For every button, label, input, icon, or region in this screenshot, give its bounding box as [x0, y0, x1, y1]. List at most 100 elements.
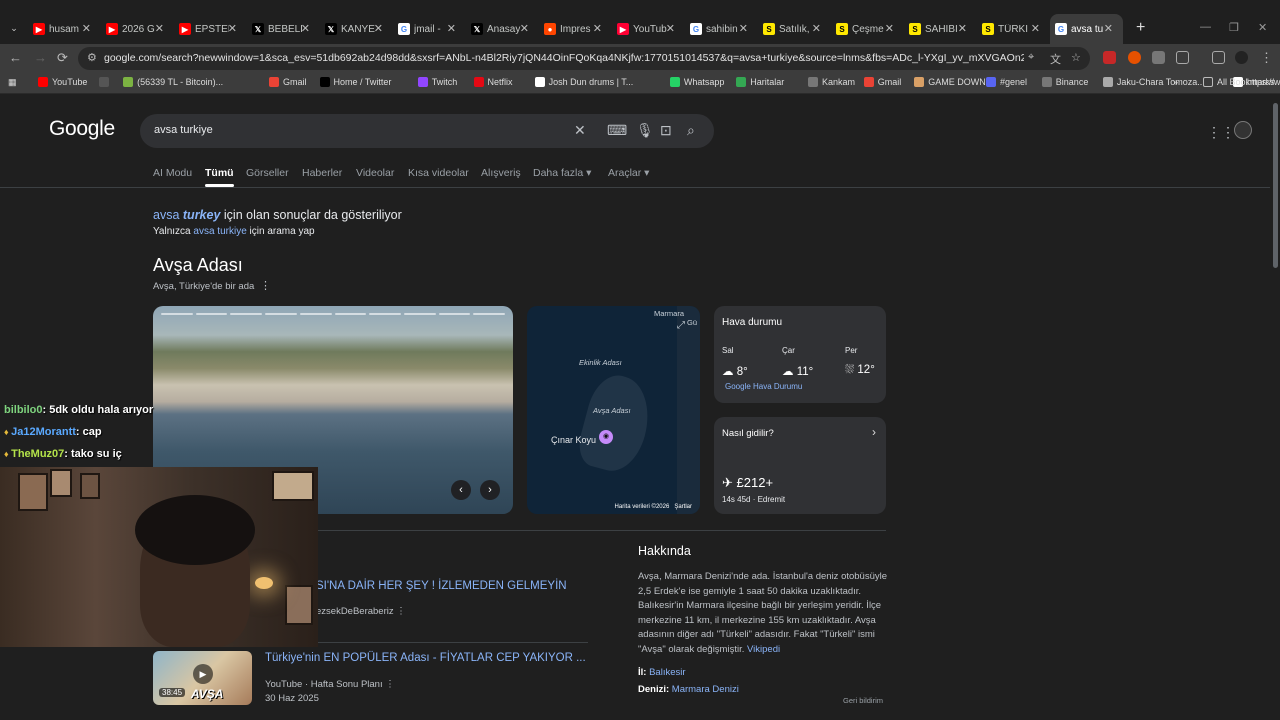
map-terms[interactable]: Şartlar: [674, 504, 692, 510]
bookmark-item[interactable]: (56339 TL - Bitcoin)...: [123, 77, 223, 87]
address-bar[interactable]: ⚙ google.com/search?newwindow=1&sca_esv=…: [78, 47, 1090, 70]
bookmark-item[interactable]: Kankam: [808, 77, 855, 87]
browser-tab[interactable]: ▶ YouTub ✕: [612, 14, 685, 44]
browser-tab[interactable]: 𝕏 KANYE ✕: [320, 14, 393, 44]
expand-map-icon[interactable]: ⤢: [677, 320, 685, 331]
maximize-icon[interactable]: ❐: [1229, 21, 1239, 34]
close-tab-icon[interactable]: ✕: [228, 22, 237, 35]
browser-tab[interactable]: 𝕏 Anasay ✕: [466, 14, 539, 44]
google-logo[interactable]: Google: [49, 117, 115, 141]
search-box[interactable]: avsa turkiye ✕ ⌨ 🎙 ⊡ ⌕: [140, 114, 714, 148]
account-avatar[interactable]: [1234, 121, 1252, 139]
browser-tab[interactable]: ▶ 2026 G ✕: [101, 14, 174, 44]
close-tab-icon[interactable]: ✕: [1104, 22, 1113, 35]
tab-videos[interactable]: Videolar: [356, 167, 394, 179]
close-tab-icon[interactable]: ✕: [520, 22, 529, 35]
browser-tab[interactable]: Gavsa tu ✕: [1050, 14, 1123, 44]
all-bookmarks[interactable]: All Bookmarks: [1203, 77, 1275, 87]
island-map[interactable]: Ekinlik Adası Avşa Adası Marmara Gü ⤢ ◉ …: [527, 306, 700, 514]
search-icon[interactable]: ⌕: [687, 122, 695, 139]
reload-button[interactable]: ⟳: [57, 50, 68, 66]
video-result-title[interactable]: SI'NA DAİR HER ŞEY ! İZLEMEDEN GELMEYİN: [316, 580, 567, 592]
weather-card[interactable]: Hava durumu Sal Çar Per ☁ 8° ☁ 11° ⛆ 12°…: [714, 306, 886, 403]
tab-short-videos[interactable]: Kısa videolar: [408, 167, 469, 179]
bookmark-item[interactable]: Haritalar: [736, 77, 784, 87]
map-label-cinar[interactable]: Çınar Koyu: [551, 435, 596, 445]
tab-all[interactable]: Tümü: [205, 167, 234, 187]
browser-tab[interactable]: Gsahibin ✕: [685, 14, 758, 44]
feedback-link[interactable]: Geri bildirim: [843, 696, 883, 705]
weather-link[interactable]: Google Hava Durumu: [725, 382, 802, 391]
tab-more[interactable]: Daha fazla ▾: [533, 167, 591, 179]
bookmark-item[interactable]: #genel: [986, 77, 1027, 87]
browser-menu-icon[interactable]: ⋮: [1260, 50, 1273, 66]
minimize-icon[interactable]: —: [1200, 21, 1211, 33]
new-tab-button[interactable]: +: [1136, 19, 1145, 37]
bookmark-item[interactable]: YouTube: [38, 77, 87, 87]
bookmark-item[interactable]: [99, 77, 113, 87]
bookmark-item[interactable]: Josh Dun drums | T...: [534, 77, 633, 87]
tab-shopping[interactable]: Alışveriş: [481, 167, 521, 179]
more-options-icon[interactable]: ⋮: [396, 606, 406, 617]
profile-avatar[interactable]: [1235, 51, 1248, 64]
video-thumbnail[interactable]: ▶ 38:45 AVŞA: [153, 651, 252, 705]
browser-tab[interactable]: ● Impres ✕: [539, 14, 612, 44]
close-tab-icon[interactable]: ✕: [885, 22, 894, 35]
browser-tab[interactable]: S Çeşme ✕: [831, 14, 904, 44]
mic-icon[interactable]: 🎙: [636, 122, 654, 139]
browser-tab[interactable]: S Satılık, ✕: [758, 14, 831, 44]
browser-tab[interactable]: S TÜRKİ ✕: [977, 14, 1050, 44]
wikipedia-link[interactable]: Vikipedi: [747, 644, 780, 655]
bookmark-item[interactable]: GAME DOWN: [914, 77, 986, 87]
keyboard-icon[interactable]: ⌨: [607, 122, 627, 139]
extension-icon[interactable]: [1103, 51, 1116, 64]
scrollbar-thumb[interactable]: [1273, 103, 1278, 268]
browser-tab[interactable]: ▶ EPSTEI ✕: [174, 14, 247, 44]
browser-tab[interactable]: ▶ husam ✕: [28, 14, 101, 44]
how-to-get-card[interactable]: Nasıl gidilir? › ✈ £212+ 14s 45d · Edrem…: [714, 417, 886, 514]
map-pin-icon[interactable]: ◉: [599, 430, 613, 444]
bookmark-item[interactable]: Netflix: [473, 77, 513, 87]
bookmark-item[interactable]: Home / Twitter: [319, 77, 391, 87]
province-link[interactable]: Balıkesir: [649, 667, 685, 678]
correction-prefix[interactable]: avsa: [153, 208, 179, 222]
location-icon[interactable]: ⌖: [1028, 51, 1034, 64]
site-info-icon[interactable]: ⚙: [87, 51, 97, 64]
page-scrollbar[interactable]: [1270, 95, 1280, 720]
apps-grid-icon[interactable]: ▦: [8, 77, 17, 88]
close-tab-icon[interactable]: ✕: [958, 22, 967, 35]
close-tab-icon[interactable]: ✕: [374, 22, 383, 35]
close-tab-icon[interactable]: ✕: [82, 22, 91, 35]
bookmark-star-icon[interactable]: ☆: [1071, 51, 1081, 64]
tab-search-icon[interactable]: ⌄: [6, 20, 22, 36]
clear-icon[interactable]: ✕: [574, 122, 586, 139]
bookmark-item[interactable]: Jaku-Chara Tomoza...: [1102, 77, 1205, 87]
bookmarks-overflow[interactable]: »: [1173, 77, 1178, 87]
sea-link[interactable]: Marmara Denizi: [672, 684, 739, 695]
close-tab-icon[interactable]: ✕: [812, 22, 821, 35]
tab-ai-mode[interactable]: AI Modu: [153, 167, 192, 179]
carousel-prev-button[interactable]: ‹: [451, 480, 471, 500]
bookmark-item[interactable]: Gmail: [269, 77, 307, 87]
tab-tools[interactable]: Araçlar ▾: [608, 167, 649, 179]
back-button[interactable]: ←: [9, 50, 22, 65]
close-tab-icon[interactable]: ✕: [593, 22, 602, 35]
play-icon[interactable]: ▶: [193, 664, 213, 684]
more-options-icon[interactable]: ⋮: [385, 679, 395, 690]
extension-icon[interactable]: [1152, 51, 1165, 64]
bookmark-item[interactable]: Gmail: [863, 77, 901, 87]
close-tab-icon[interactable]: ✕: [1031, 22, 1040, 35]
bookmark-item[interactable]: Whatsapp: [669, 77, 724, 87]
bookmark-item[interactable]: Binance: [1041, 77, 1088, 87]
browser-tab[interactable]: S SAHİBİ ✕: [904, 14, 977, 44]
browser-tab[interactable]: 𝕏 BEBELE✕: [247, 14, 320, 44]
translate-icon[interactable]: 文: [1050, 51, 1061, 67]
extension-icon[interactable]: [1128, 51, 1141, 64]
tab-news[interactable]: Haberler: [302, 167, 342, 179]
carousel-next-button[interactable]: ›: [480, 480, 500, 500]
close-tab-icon[interactable]: ✕: [301, 22, 310, 35]
close-tab-icon[interactable]: ✕: [155, 22, 164, 35]
media-icon[interactable]: [1212, 51, 1225, 64]
close-window-icon[interactable]: ✕: [1258, 21, 1267, 34]
tab-images[interactable]: Görseller: [246, 167, 289, 179]
